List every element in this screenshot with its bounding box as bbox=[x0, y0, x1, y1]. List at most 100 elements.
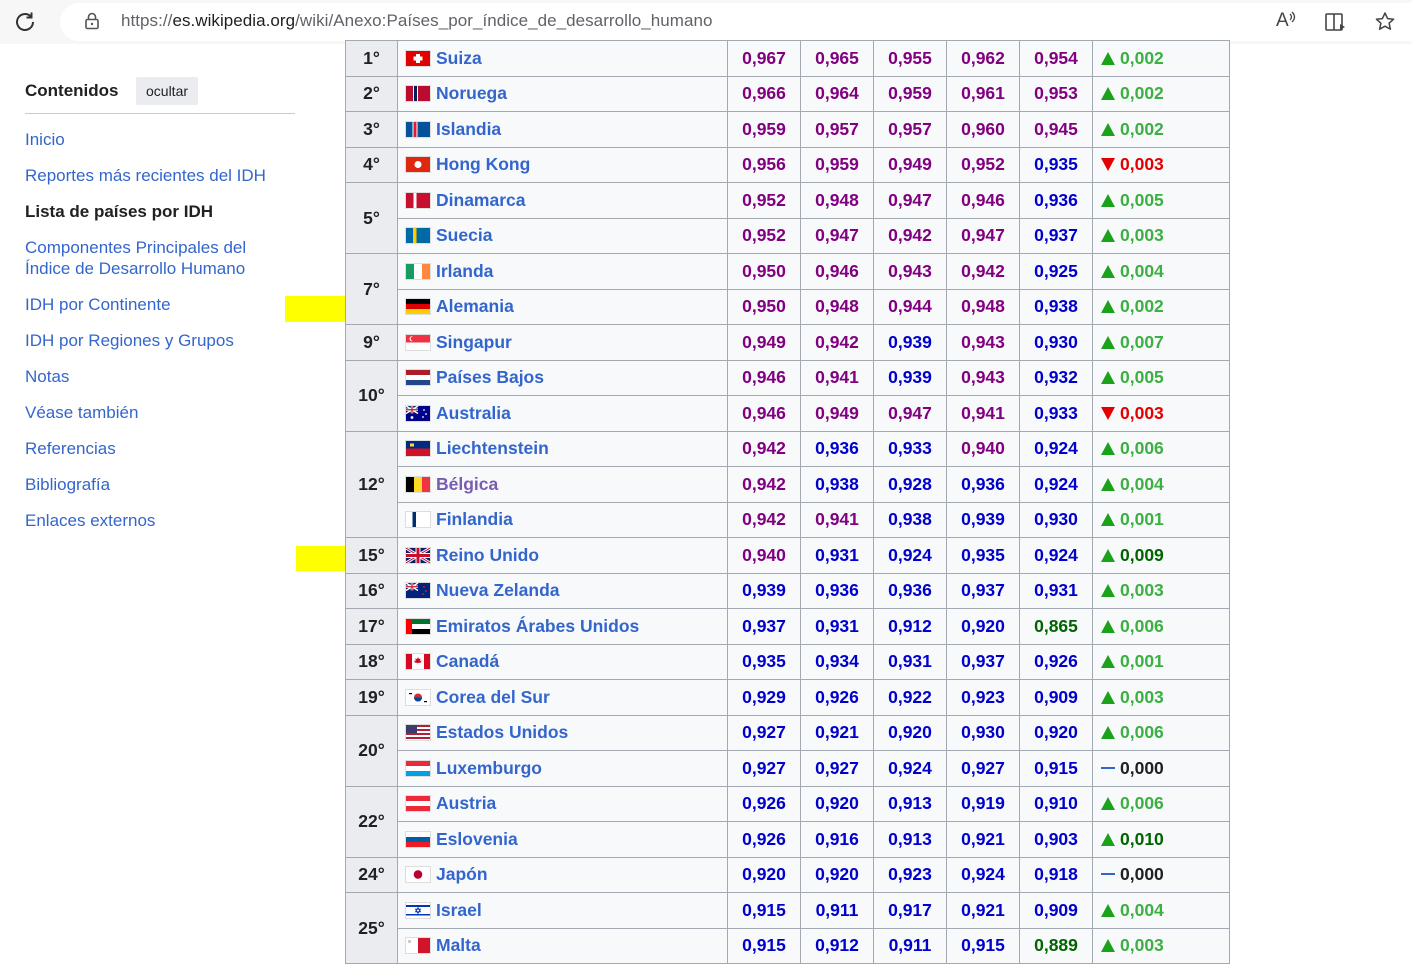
change-cell: 0,006 bbox=[1092, 430, 1230, 467]
toc-item[interactable]: Enlaces externos bbox=[25, 510, 285, 531]
table-row: 16° Nueva Zelanda 0,939 0,936 0,936 0,937 0,93… bbox=[345, 572, 1230, 609]
toc-item[interactable]: Notas bbox=[25, 366, 285, 387]
flag-at-icon[interactable] bbox=[405, 795, 431, 813]
url-text[interactable]: https://es.wikipedia.org/wiki/Anexo:País… bbox=[121, 11, 713, 31]
toc-item[interactable]: Bibliografía bbox=[25, 474, 285, 495]
country-link[interactable]: Singapur bbox=[436, 332, 512, 352]
country-link[interactable]: Bélgica bbox=[436, 474, 498, 494]
hdi-value-cell: 0,923 bbox=[946, 679, 1020, 716]
flag-be-icon[interactable] bbox=[405, 475, 431, 493]
flag-nl-icon[interactable] bbox=[405, 369, 431, 387]
flag-is-icon[interactable] bbox=[405, 120, 431, 138]
country-link[interactable]: Canadá bbox=[436, 651, 499, 671]
flag-ie-icon[interactable] bbox=[405, 262, 431, 280]
toc-item[interactable]: Véase también bbox=[25, 402, 285, 423]
hdi-value-cell: 0,927 bbox=[800, 750, 874, 787]
hdi-value-cell: 0,947 bbox=[800, 217, 874, 254]
change-cell: 0,003 bbox=[1092, 679, 1230, 716]
flag-ca-icon[interactable] bbox=[405, 653, 431, 671]
country-cell: Irlanda bbox=[397, 253, 728, 290]
change-value: 0,004 bbox=[1120, 260, 1164, 281]
change-cell: 0,002 bbox=[1092, 75, 1230, 112]
country-link[interactable]: Suiza bbox=[436, 48, 482, 68]
flag-de-icon[interactable] bbox=[405, 298, 431, 316]
country-link[interactable]: Reino Unido bbox=[436, 545, 539, 565]
change-value: 0,005 bbox=[1120, 189, 1164, 210]
table-row: 5° Dinamarca 0,952 0,948 0,947 0,946 0,936 0,00… bbox=[345, 182, 1230, 254]
change-cell: 0,002 bbox=[1092, 288, 1230, 325]
country-link[interactable]: Emiratos Árabes Unidos bbox=[436, 616, 639, 636]
change-cell: 0,002 bbox=[1092, 40, 1230, 77]
hdi-value-cell: 0,926 bbox=[1019, 643, 1093, 680]
flag-si-icon[interactable] bbox=[405, 830, 431, 848]
flag-hk-icon[interactable] bbox=[405, 156, 431, 174]
country-link[interactable]: Noruega bbox=[436, 83, 507, 103]
flag-il-icon[interactable] bbox=[405, 901, 431, 919]
country-link[interactable]: Nueva Zelanda bbox=[436, 580, 560, 600]
flag-kr-icon[interactable] bbox=[405, 688, 431, 706]
hdi-value-cell: 0,936 bbox=[946, 466, 1020, 503]
change-cell: 0,002 bbox=[1092, 111, 1230, 148]
toc-item[interactable]: Referencias bbox=[25, 438, 285, 459]
toc-item[interactable]: IDH por Continente bbox=[25, 294, 285, 315]
hdi-value-cell: 0,915 bbox=[727, 927, 801, 964]
toc-item[interactable]: Lista de países por IDH bbox=[25, 201, 285, 222]
toc-item[interactable]: Inicio bbox=[25, 129, 285, 150]
flag-mt-icon[interactable] bbox=[405, 937, 431, 955]
flag-sg-icon[interactable] bbox=[405, 333, 431, 351]
country-link[interactable]: Eslovenia bbox=[436, 829, 518, 849]
country-link[interactable]: Estados Unidos bbox=[436, 722, 568, 742]
hdi-value-cell: 0,946 bbox=[727, 359, 801, 396]
flag-lu-icon[interactable] bbox=[405, 759, 431, 777]
flag-se-icon[interactable] bbox=[405, 227, 431, 245]
read-aloud-icon[interactable]: A bbox=[1274, 10, 1298, 34]
country-link[interactable]: Países Bajos bbox=[436, 367, 544, 387]
flag-au-icon[interactable] bbox=[405, 404, 431, 422]
flag-fi-icon[interactable] bbox=[405, 511, 431, 529]
hdi-value-cell: 0,924 bbox=[873, 537, 947, 574]
hdi-value-cell: 0,923 bbox=[873, 856, 947, 893]
flag-us-icon[interactable] bbox=[405, 724, 431, 742]
country-link[interactable]: Malta bbox=[436, 935, 481, 955]
toc-item[interactable]: IDH por Regiones y Grupos bbox=[25, 330, 285, 351]
rank-cell: 12° bbox=[345, 430, 398, 538]
country-link[interactable]: Japón bbox=[436, 864, 488, 884]
reload-icon[interactable] bbox=[12, 9, 38, 35]
toc-item[interactable]: Reportes más recientes del IDH bbox=[25, 165, 285, 186]
country-link[interactable]: Corea del Sur bbox=[436, 687, 550, 707]
country-link[interactable]: Austria bbox=[436, 793, 496, 813]
hdi-value-cell: 0,942 bbox=[727, 501, 801, 538]
url-host: es.wikipedia.org bbox=[172, 11, 296, 30]
favorite-star-icon[interactable] bbox=[1373, 10, 1397, 34]
country-link[interactable]: Israel bbox=[436, 900, 482, 920]
lock-icon[interactable] bbox=[82, 11, 102, 31]
flag-ae-icon[interactable] bbox=[405, 617, 431, 635]
flag-dk-icon[interactable] bbox=[405, 191, 431, 209]
toc-item[interactable]: Componentes Principales del Índice de De… bbox=[25, 237, 285, 279]
country-link[interactable]: Suecia bbox=[436, 225, 492, 245]
country-link[interactable]: Liechtenstein bbox=[436, 438, 549, 458]
hdi-value-cell: 0,939 bbox=[873, 324, 947, 361]
hdi-value-cell: 0,937 bbox=[1019, 217, 1093, 254]
reader-view-icon[interactable] bbox=[1324, 10, 1348, 34]
flag-jp-icon[interactable] bbox=[405, 866, 431, 884]
hdi-value-cell: 0,917 bbox=[873, 892, 947, 929]
change-cell: 0,004 bbox=[1092, 892, 1230, 929]
country-link[interactable]: Finlandia bbox=[436, 509, 513, 529]
country-link[interactable]: Dinamarca bbox=[436, 190, 526, 210]
country-link[interactable]: Irlanda bbox=[436, 261, 493, 281]
flag-no-icon[interactable] bbox=[405, 85, 431, 103]
country-link[interactable]: Hong Kong bbox=[436, 154, 530, 174]
flag-gb-icon[interactable] bbox=[405, 546, 431, 564]
change-value: 0,003 bbox=[1120, 580, 1164, 601]
hdi-value-cell: 0,930 bbox=[1019, 501, 1093, 538]
country-link[interactable]: Luxemburgo bbox=[436, 758, 542, 778]
country-link[interactable]: Islandia bbox=[436, 119, 501, 139]
table-row: Finlandia 0,942 0,941 0,938 0,939 0,930 0,001 bbox=[346, 501, 1230, 538]
flag-li-icon[interactable] bbox=[405, 440, 431, 458]
flag-nz-icon[interactable] bbox=[405, 582, 431, 600]
toc-hide-button[interactable]: ocultar bbox=[136, 77, 199, 105]
country-link[interactable]: Australia bbox=[436, 403, 511, 423]
country-link[interactable]: Alemania bbox=[436, 296, 514, 316]
flag-ch-icon[interactable] bbox=[405, 49, 431, 67]
